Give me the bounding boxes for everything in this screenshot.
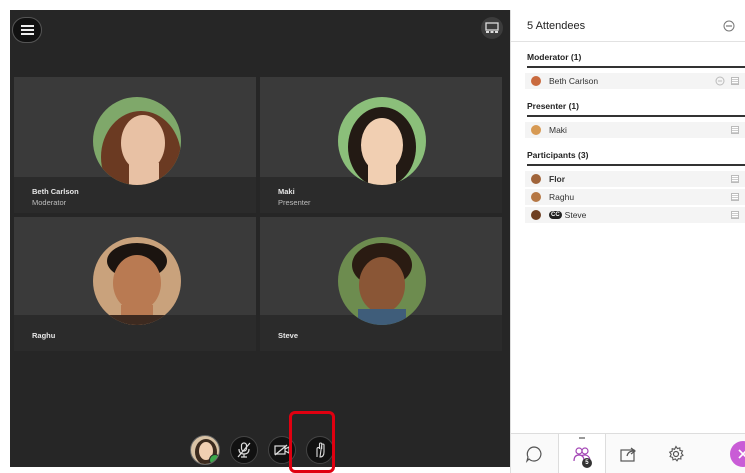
attendee-menu-icon[interactable] [731, 175, 739, 183]
layout-icon [485, 22, 499, 33]
attendee-row[interactable]: Raghu [525, 189, 745, 205]
chat-icon [526, 445, 542, 463]
tab-close[interactable] [699, 434, 745, 473]
collapse-icon[interactable] [723, 20, 735, 32]
camera-button[interactable] [268, 436, 296, 464]
section-heading: Participants (3) [527, 150, 745, 166]
attendee-menu-icon[interactable] [731, 211, 739, 219]
video-tile[interactable]: Steve [260, 217, 502, 351]
closed-caption-badge: CC [549, 211, 562, 219]
my-avatar-button[interactable] [190, 435, 220, 465]
tab-attendees[interactable]: 5 [557, 434, 607, 473]
avatar [531, 210, 541, 220]
avatar [93, 97, 181, 185]
avatar [338, 237, 426, 325]
video-stage: Beth Carlson Moderator Maki Presenter Ra… [10, 10, 510, 467]
avatar [531, 125, 541, 135]
raise-hand-button[interactable] [306, 436, 334, 464]
status-ok-icon [209, 454, 219, 464]
attendee-count-badge: 5 [581, 458, 592, 468]
microphone-muted-icon [237, 442, 251, 458]
tab-chat[interactable] [511, 434, 558, 473]
tile-name: Raghu [32, 331, 56, 340]
attendee-menu-icon[interactable] [731, 126, 739, 134]
avatar [531, 174, 541, 184]
video-tile[interactable]: Beth Carlson Moderator [14, 77, 256, 213]
main-menu-button[interactable] [12, 17, 42, 43]
attendee-menu-icon[interactable] [731, 193, 739, 201]
section-heading: Moderator (1) [527, 52, 745, 68]
avatar [93, 237, 181, 325]
raise-hand-icon [316, 442, 325, 458]
microphone-button[interactable] [230, 436, 258, 464]
avatar [531, 192, 541, 202]
tile-name: Maki [278, 187, 295, 196]
avatar [338, 97, 426, 185]
hamburger-icon [20, 25, 34, 35]
attendee-row[interactable]: CC Steve [525, 207, 745, 223]
avatar [531, 76, 541, 86]
attendee-row[interactable]: Maki [525, 122, 745, 138]
video-tile[interactable]: Raghu [14, 217, 256, 351]
tab-share-content[interactable] [606, 434, 653, 473]
video-tile[interactable]: Maki Presenter [260, 77, 502, 213]
control-bar [190, 435, 334, 465]
panel-title: 5 Attendees [527, 19, 586, 32]
attendee-row[interactable]: Beth Carlson [525, 73, 745, 89]
camera-off-icon [274, 444, 290, 456]
share-icon [620, 447, 637, 462]
tile-name: Steve [278, 331, 299, 340]
attendee-name: Raghu [549, 192, 575, 202]
attendee-name: Steve [564, 210, 587, 220]
panel-tabs: 5 [511, 433, 745, 473]
attendee-name: Flor [549, 174, 566, 184]
tile-role: Presenter [278, 198, 311, 207]
remove-icon[interactable] [715, 76, 725, 86]
attendee-name: Beth Carlson [549, 76, 599, 86]
attendees-panel: 5 Attendees Moderator (1) Beth Carlson P… [510, 10, 745, 473]
tab-settings[interactable] [653, 434, 700, 473]
attendee-row[interactable]: Flor [525, 171, 745, 187]
tile-role: Moderator [32, 198, 67, 207]
layout-button[interactable] [481, 17, 503, 39]
panel-header: 5 Attendees [511, 10, 745, 42]
attendee-menu-icon[interactable] [731, 77, 739, 85]
close-icon [738, 449, 745, 459]
tile-name: Beth Carlson [32, 187, 79, 196]
gear-icon [668, 444, 684, 462]
close-panel-button[interactable] [729, 441, 745, 467]
attendee-name: Maki [549, 125, 567, 135]
section-heading: Presenter (1) [527, 101, 745, 117]
